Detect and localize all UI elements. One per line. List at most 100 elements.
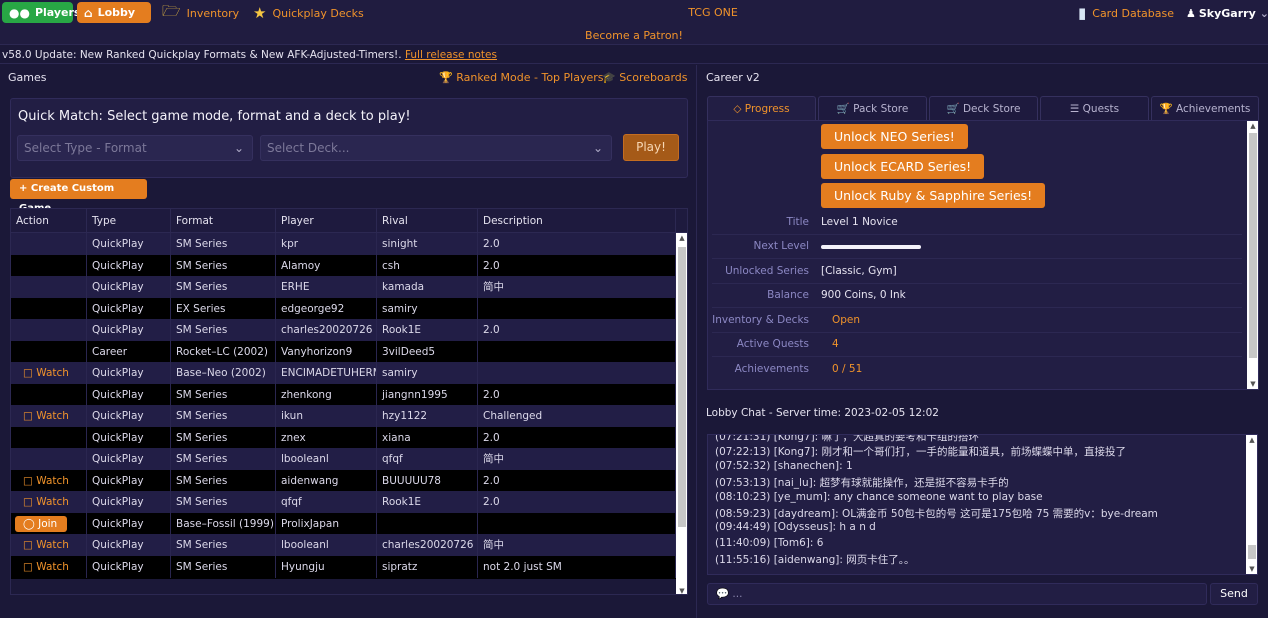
cell-type: Career	[87, 340, 171, 363]
chat-scrollbar[interactable]: ▲ ▼	[1246, 435, 1257, 574]
select-type-placeholder: Select Type - Format	[24, 141, 147, 155]
tab-progress[interactable]: ◇ Progress	[707, 96, 816, 120]
watch-button[interactable]: □ Watch	[23, 410, 69, 422]
career-scrollbar[interactable]: ▲ ▼	[1247, 121, 1258, 389]
achievements-value[interactable]: 0 / 51	[832, 363, 862, 375]
user-icon: ♟	[1186, 6, 1196, 20]
scroll-up-icon[interactable]: ▲	[676, 233, 687, 243]
cell-player: qfqf	[276, 491, 377, 513]
unlock-ecard-button[interactable]: Unlock ECARD Series!	[821, 154, 985, 179]
quickplay-decks-link[interactable]: ★ Quickplay Decks	[253, 3, 364, 23]
scroll-down-icon[interactable]: ▼	[676, 586, 687, 594]
scroll-up-icon[interactable]: ▲	[1246, 435, 1257, 445]
watch-label: Watch	[36, 496, 69, 508]
chat-message: (07:52:32) [shanechen]: 1	[715, 459, 853, 472]
column-header-action[interactable]: Action	[11, 209, 87, 233]
games-header: Games 🏆 Ranked Mode - Top Players 🎓 Scor…	[0, 65, 697, 90]
ranked-mode-link[interactable]: 🏆 Ranked Mode - Top Players	[439, 71, 604, 84]
select-deck-placeholder: Select Deck...	[267, 141, 350, 155]
table-row: QuickPlay SM Series kpr sinight 2.0	[11, 233, 676, 256]
cell-rival: kamada	[377, 276, 478, 298]
achievements-label: Achievements	[734, 363, 809, 375]
unlock-neo-button[interactable]: Unlock NEO Series!	[821, 124, 968, 149]
card-database-link[interactable]: ▮ Card Database	[1078, 3, 1174, 23]
user-menu[interactable]: ♟ SkyGarry ⌄	[1186, 5, 1268, 21]
chat-input[interactable]: 💬 ...	[707, 583, 1207, 605]
watch-button[interactable]: □ Watch	[23, 367, 69, 379]
cell-type: QuickPlay	[87, 362, 171, 384]
active-quests-value[interactable]: 4	[832, 338, 839, 350]
unlock-ruby-sapphire-button[interactable]: Unlock Ruby & Sapphire Series!	[821, 183, 1046, 208]
level-progress-fill	[821, 245, 921, 249]
table-row: QuickPlay SM Series lbooleanl qfqf 简中	[11, 448, 676, 471]
table-scrollbar[interactable]: ▲ ▼	[676, 233, 687, 594]
cell-format: SM Series	[171, 233, 276, 255]
balance-label: Balance	[767, 289, 809, 301]
cell-format: SM Series	[171, 448, 276, 470]
cell-type: QuickPlay	[87, 491, 171, 513]
players-button[interactable]: ●● Players	[2, 2, 80, 23]
patron-link[interactable]: Become a Patron!	[574, 29, 694, 42]
scroll-up-icon[interactable]: ▲	[1247, 121, 1258, 131]
cell-rival: Rook1E	[377, 319, 478, 341]
games-panel: Games 🏆 Ranked Mode - Top Players 🎓 Scor…	[0, 65, 697, 618]
update-banner: v58.0 Update: New Ranked Quickplay Forma…	[0, 46, 1268, 64]
watch-button[interactable]: □ Watch	[23, 539, 69, 551]
send-button[interactable]: Send	[1210, 583, 1258, 605]
select-deck[interactable]: Select Deck... ⌄	[260, 135, 612, 161]
cell-player: charles20020726	[276, 319, 377, 341]
cell-player: ProlixJapan	[276, 512, 377, 535]
inventory-decks-label: Inventory & Decks	[712, 314, 809, 326]
column-header-format[interactable]: Format	[171, 209, 276, 233]
watch-button[interactable]: □ Watch	[23, 475, 69, 487]
cell-rival: hzy1122	[377, 405, 478, 427]
scrollbar-thumb[interactable]	[1248, 545, 1256, 559]
scoreboards-link[interactable]: 🎓 Scoreboards	[602, 71, 688, 84]
lobby-button[interactable]: ⌂ Lobby	[77, 2, 151, 23]
cell-action	[11, 297, 87, 320]
app-title[interactable]: TCG ONE	[660, 6, 766, 19]
scroll-down-icon[interactable]: ▼	[1247, 379, 1258, 389]
inventory-open-link[interactable]: Open	[832, 314, 860, 326]
create-custom-game-button[interactable]: + Create Custom Game	[10, 179, 147, 214]
cell-type: QuickPlay	[87, 426, 171, 449]
monitor-icon: □	[23, 410, 33, 422]
cell-action	[11, 254, 87, 277]
cell-rival: 3vilDeed5	[377, 340, 478, 363]
career-panel: Career v2 ◇ Progress 🛒 Pack Store 🛒 Deck…	[699, 65, 1268, 398]
watch-button[interactable]: □ Watch	[23, 496, 69, 508]
scrollbar-thumb[interactable]	[678, 247, 686, 527]
cell-action	[11, 276, 87, 298]
cell-action	[11, 340, 87, 363]
table-row: □ Watch QuickPlay SM Series qfqf Rook1E 2.0	[11, 491, 676, 514]
release-notes-link[interactable]: Full release notes	[405, 49, 497, 61]
plus-icon: +	[19, 183, 28, 194]
tab-deck-store[interactable]: 🛒 Deck Store	[929, 96, 1038, 120]
monitor-icon: □	[23, 539, 33, 551]
column-header-type[interactable]: Type	[87, 209, 171, 233]
table-row: ◯ Join QuickPlay Base–Fossil (1999) ProlixJ…	[11, 512, 676, 536]
cell-format: SM Series	[171, 555, 276, 578]
column-header-rival[interactable]: Rival	[377, 209, 478, 233]
cell-rival: xiana	[377, 426, 478, 449]
join-button[interactable]: ◯ Join	[15, 515, 67, 532]
table-row: □ Watch QuickPlay Base–Neo (2002) ENCIMADET…	[11, 362, 676, 385]
tab-achievements[interactable]: 🏆 Achievements	[1151, 96, 1259, 120]
select-type-format[interactable]: Select Type - Format ⌄	[17, 135, 253, 161]
cell-rival: samiry	[377, 362, 478, 384]
tab-pack-store[interactable]: 🛒 Pack Store	[818, 96, 927, 120]
column-header-description[interactable]: Description	[478, 209, 676, 233]
cell-player: zhenkong	[276, 383, 377, 406]
tab-quests[interactable]: ☰ Quests	[1040, 96, 1149, 120]
play-button[interactable]: Play!	[623, 134, 679, 161]
watch-button[interactable]: □ Watch	[23, 561, 69, 573]
inventory-link[interactable]: 🗁 Inventory	[162, 2, 239, 23]
scroll-down-icon[interactable]: ▼	[1246, 564, 1257, 574]
chevron-down-icon: ⌄	[592, 141, 603, 155]
column-header-player[interactable]: Player	[276, 209, 377, 233]
trophy-icon: 🏆	[1159, 103, 1173, 115]
scrollbar-thumb[interactable]	[1249, 133, 1257, 358]
career-title: Career v2	[706, 71, 760, 84]
tab-achievements-label: Achievements	[1176, 103, 1251, 115]
card-database-label: Card Database	[1092, 6, 1174, 20]
